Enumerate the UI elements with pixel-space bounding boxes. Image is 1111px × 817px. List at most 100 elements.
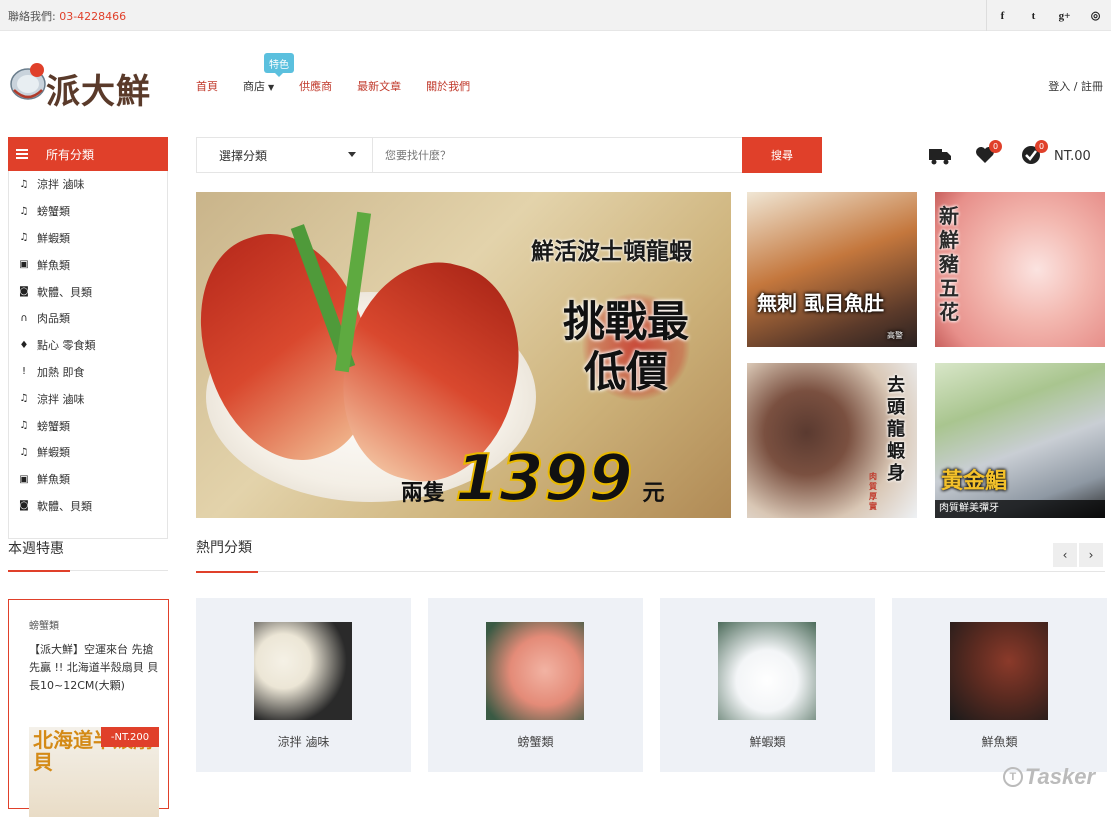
promo-tile-pork[interactable]: 新鮮豬五花 [935, 192, 1105, 347]
category-list: ♫ 涼拌 滷味 ♫ 螃蟹類 ♫ 鮮蝦類 ▣ 鮮魚類 ◙ 軟體、貝類 ∩ 肉品類 ♦ 點心 零食類! 加熱 即… [8, 171, 168, 539]
carousel-arrows: ‹ › [1051, 543, 1103, 567]
promo-tile-lobster-tail[interactable]: 去頭龍蝦身 肉質厚實 [747, 363, 917, 518]
category-item[interactable]: ◙ 軟體、貝類 [9, 493, 167, 520]
promo-tile-pomfret[interactable]: 黃金鯧 肉質鮮美彈牙 [935, 363, 1105, 518]
dropdown-arrow-icon [348, 152, 356, 157]
nav-shop-label: 商店 [243, 80, 265, 93]
category-item-label: 涼拌 滷味 [37, 178, 85, 192]
music-note-icon: ♫ [19, 420, 29, 432]
hot-category-image [486, 622, 584, 720]
category-item-label: 螃蟹類 [37, 419, 70, 433]
category-item[interactable]: ♫ 涼拌 滷味 [9, 171, 167, 198]
promo-tile-milkfish[interactable]: 無刺 虱目魚肚 高警 [747, 192, 917, 347]
banner-price: 兩隻 1399 元 [401, 441, 665, 517]
site-logo[interactable]: 派大鮮 [8, 60, 168, 112]
chevron-right-icon[interactable]: › [1079, 543, 1103, 567]
hot-category-label: 螃蟹類 [517, 735, 554, 749]
nav-home[interactable]: 首頁 [196, 78, 218, 94]
music-note-icon: ♫ [19, 178, 29, 190]
microphone-icon: ♦ [19, 339, 29, 351]
banner-price-suffix: 元 [642, 481, 665, 506]
headphones-icon: ∩ [20, 312, 28, 324]
camera-icon: ◙ [19, 286, 29, 298]
category-item-label: 鮮魚類 [37, 473, 70, 487]
search-bar: 選擇分類 搜尋 [196, 137, 822, 173]
banner-headline: 鮮活波士頓龍蝦 [531, 238, 692, 265]
facebook-icon[interactable]: f [987, 0, 1018, 31]
category-item[interactable]: ♦ 點心 零食類 [9, 332, 167, 359]
search-button[interactable]: 搜尋 [742, 137, 822, 173]
pin-icon: ! [21, 366, 26, 378]
category-item[interactable]: ▣ 鮮魚類 [9, 466, 167, 493]
category-select[interactable]: 選擇分類 [197, 138, 373, 172]
contact-label: 聯絡我們: [8, 10, 56, 23]
category-item[interactable]: ∩ 肉品類 [9, 305, 167, 332]
category-item[interactable]: ♫ 涼拌 滷味 [9, 385, 167, 412]
compare-check-icon[interactable]: 0 [1020, 140, 1048, 166]
category-item[interactable]: ! 加熱 即食 [9, 359, 167, 386]
category-item[interactable]: ▣ 鮮魚類 [9, 251, 167, 278]
main-nav: 首頁 商店 ▼ 供應商 最新文章 關於我們 [196, 78, 495, 94]
promo-tile-caption: 新鮮豬五花 [939, 204, 959, 324]
category-item-label: 點心 零食類 [37, 339, 96, 353]
truck-icon[interactable] [928, 144, 951, 166]
contact-phone[interactable]: 03-4228466 [59, 10, 126, 23]
google-plus-icon[interactable]: g+ [1049, 0, 1080, 31]
weekly-deal-card[interactable]: 螃蟹類 【派大鮮】空運來台 先搶先贏 !! 北海道半殼扇貝 貝長10~12CM(… [8, 599, 169, 817]
hot-category-label: 涼拌 滷味 [277, 735, 330, 749]
hot-category-image [950, 622, 1048, 720]
tasker-logo-icon: T [1002, 767, 1023, 787]
category-item-label: 軟體、貝類 [37, 499, 92, 513]
cart-total[interactable]: NT.00 [1054, 149, 1091, 164]
category-item-label: 鮮魚類 [37, 258, 70, 272]
logo-text: 派大鮮 [46, 72, 151, 112]
all-categories-header[interactable]: 所有分類 [8, 137, 168, 171]
social-links: f t g+ ◎ [986, 0, 1111, 31]
wishlist-count: 0 [989, 140, 1002, 153]
search-input[interactable] [385, 138, 735, 172]
category-item[interactable]: ♫ 螃蟹類 [9, 198, 167, 225]
category-item[interactable]: ♫ 螃蟹類 [9, 412, 167, 439]
hot-category-label: 鮮魚類 [981, 735, 1018, 749]
category-item-label: 螃蟹類 [37, 205, 70, 219]
category-item[interactable]: ♫ 鮮蝦類 [9, 439, 167, 466]
chevron-left-icon[interactable]: ‹ [1053, 543, 1077, 567]
banner-tagline: 挑戰最低價 [562, 297, 689, 396]
weekly-deals-title: 本週特惠 [8, 541, 64, 557]
category-item[interactable]: ♫ 鮮蝦類 [9, 225, 167, 252]
category-select-value: 選擇分類 [219, 148, 268, 163]
feature-badge: 特色 [264, 53, 294, 77]
hot-categories-title: 熱門分類 [196, 540, 252, 556]
wishlist-heart-icon[interactable]: 0 [974, 140, 1002, 166]
twitter-icon[interactable]: t [1018, 0, 1049, 31]
category-item-label: 鮮蝦類 [37, 446, 70, 460]
category-item[interactable]: ◙ 軟體、貝類 [9, 278, 167, 305]
promo-tile-sub: 高警 [887, 331, 903, 340]
nav-suppliers[interactable]: 供應商 [299, 78, 332, 94]
weekly-deal-description[interactable]: 【派大鮮】空運來台 先搶先贏 !! 北海道半殼扇貝 貝長10~12CM(大顆) [29, 641, 159, 695]
hot-category-card[interactable]: 鮮蝦類 [660, 598, 875, 772]
hot-category-card[interactable]: 螃蟹類 [428, 598, 643, 772]
nav-latest-articles[interactable]: 最新文章 [357, 78, 401, 94]
promo-tile-caption: 黃金鯧 [941, 468, 1008, 494]
tasker-watermark: T Tasker [1002, 764, 1095, 790]
instagram-icon[interactable]: ◎ [1080, 0, 1111, 31]
chevron-down-icon: ▼ [268, 83, 275, 92]
category-item-label: 加熱 即食 [37, 365, 85, 379]
promo-tile-caption: 去頭龍蝦身 [887, 375, 905, 484]
banner-price-prefix: 兩隻 [401, 481, 446, 506]
hero-banner[interactable]: 鮮活波士頓龍蝦 挑戰最低價 兩隻 1399 元 [196, 192, 731, 518]
login-register-link[interactable]: 登入 / 註冊 [1048, 78, 1103, 94]
music-note-icon: ♫ [19, 393, 29, 405]
nav-shop[interactable]: 商店 ▼ [243, 78, 274, 94]
watermark-text: Tasker [1024, 764, 1095, 789]
promo-tile-caption: 無刺 虱目魚肚 [757, 291, 884, 315]
promo-tile-sub: 肉質鮮美彈牙 [935, 500, 1105, 518]
hot-categories-divider [196, 571, 1105, 573]
category-item-label: 涼拌 滷味 [37, 392, 85, 406]
logo-emblem-icon [10, 63, 46, 100]
hot-category-card[interactable]: 涼拌 滷味 [196, 598, 411, 772]
nav-about[interactable]: 關於我們 [426, 78, 470, 94]
briefcase-icon: ▣ [19, 259, 29, 271]
hot-category-card[interactable]: 鮮魚類 [892, 598, 1107, 772]
